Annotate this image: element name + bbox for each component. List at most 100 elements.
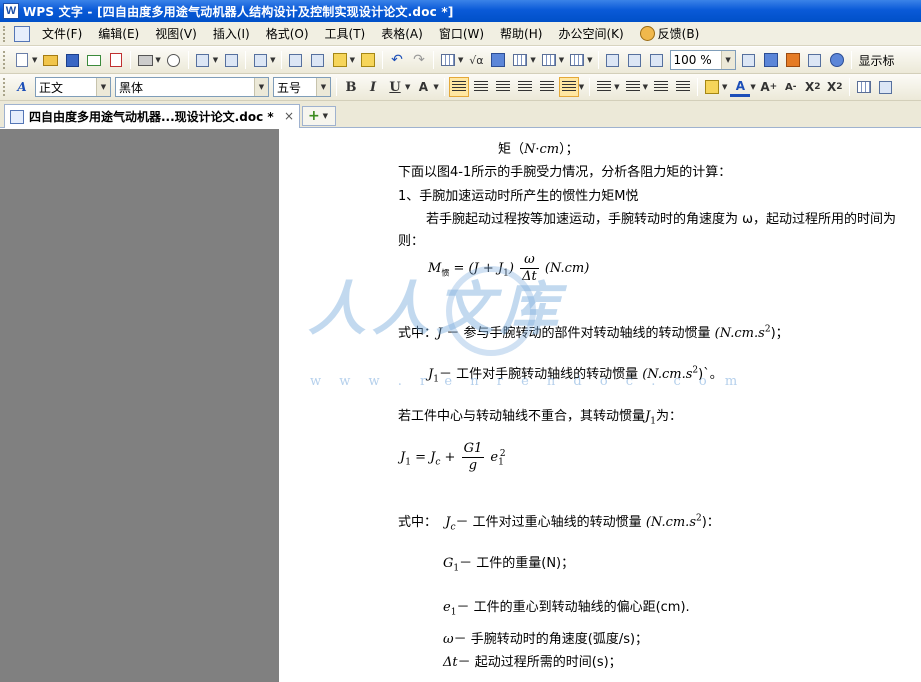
menu-window[interactable]: 窗口(W) [431, 25, 492, 42]
insert-table-button[interactable] [438, 50, 458, 70]
font-effects-button[interactable]: A [413, 77, 433, 97]
page-setup-button[interactable] [221, 50, 241, 70]
chevron-down-icon[interactable]: ▼ [722, 83, 727, 91]
drawing-button[interactable] [625, 50, 645, 70]
chevron-down-icon[interactable]: ▼ [213, 56, 218, 64]
close-tab-icon[interactable]: × [284, 109, 294, 123]
new-document-button[interactable] [12, 50, 32, 70]
cut-button[interactable] [308, 50, 328, 70]
italic-button[interactable]: I [363, 77, 383, 97]
toolbar-grip[interactable] [3, 78, 8, 96]
undo-button[interactable]: ↶ [387, 50, 407, 70]
trad-simp-button[interactable] [250, 50, 270, 70]
show-marks-button[interactable] [647, 50, 667, 70]
open-button[interactable] [40, 50, 60, 70]
zoom-combo[interactable]: 100 % ▼ [669, 50, 736, 70]
style-combo[interactable]: 正文 ▼ [35, 77, 111, 97]
menu-tools[interactable]: 工具(T) [317, 25, 374, 42]
toolbar-grip[interactable] [3, 51, 8, 69]
insert-button[interactable] [193, 50, 213, 70]
chevron-down-icon[interactable]: ▼ [155, 56, 160, 64]
chevron-down-icon[interactable]: ▼ [579, 83, 584, 91]
styles-button[interactable]: A [12, 77, 32, 97]
bullets-button[interactable] [623, 77, 643, 97]
highlight-button[interactable] [702, 77, 722, 97]
align-left-button[interactable] [448, 77, 469, 97]
shrink-font-button[interactable]: A- [781, 77, 801, 97]
menu-table[interactable]: 表格(A) [373, 25, 431, 42]
chevron-down-icon[interactable]: ▼ [254, 78, 268, 96]
send-mail-button[interactable] [84, 50, 104, 70]
shirt-button[interactable] [805, 50, 825, 70]
draw-table-button[interactable] [567, 50, 587, 70]
show-marks-label[interactable]: 显示标 [859, 52, 895, 69]
distribute-button[interactable] [537, 77, 557, 97]
menu-insert[interactable]: 插入(I) [205, 25, 258, 42]
menu-office-space[interactable]: 办公空间(K) [550, 25, 631, 42]
borders-button[interactable] [854, 77, 874, 97]
align-center-button[interactable] [471, 77, 491, 97]
chevron-down-icon[interactable]: ▼ [750, 83, 755, 91]
menu-grip[interactable] [3, 25, 9, 42]
wps-app-icon[interactable]: W [3, 3, 19, 19]
find-button[interactable] [739, 50, 759, 70]
grow-font-button[interactable]: A + [759, 77, 779, 97]
underline-button[interactable]: U [385, 77, 405, 97]
chevron-down-icon[interactable]: ▼ [32, 56, 37, 64]
menu-file[interactable]: 文件(F) [34, 25, 90, 42]
print-button[interactable] [135, 50, 155, 70]
doc-map-button[interactable] [603, 50, 623, 70]
table-props-button[interactable] [510, 50, 530, 70]
chevron-down-icon[interactable]: ▼ [720, 51, 735, 69]
help-panel-button[interactable] [761, 50, 781, 70]
help-button[interactable] [827, 50, 847, 70]
save-button[interactable] [62, 50, 82, 70]
copy-button[interactable] [286, 50, 306, 70]
chevron-down-icon[interactable]: ▼ [530, 56, 535, 64]
font-color-button[interactable]: A [730, 77, 751, 97]
redo-button[interactable]: ↷ [409, 50, 429, 70]
menu-feedback[interactable]: 反馈(B) [632, 25, 708, 42]
menu-format[interactable]: 格式(O) [258, 25, 317, 42]
chevron-down-icon[interactable]: ▼ [96, 78, 110, 96]
chevron-down-icon[interactable]: ▼ [323, 112, 328, 120]
formula-button[interactable]: √α [466, 50, 486, 70]
hyperlink-button[interactable] [488, 50, 508, 70]
export-pdf-button[interactable] [106, 50, 126, 70]
justify-button[interactable] [515, 77, 535, 97]
bold-button[interactable]: B [341, 77, 361, 97]
numbering-button[interactable] [594, 77, 614, 97]
font-value: 黑体 [119, 80, 144, 95]
decrease-indent-button[interactable] [651, 77, 671, 97]
template-button[interactable] [783, 50, 803, 70]
format-painter-button[interactable] [358, 50, 378, 70]
columns-button[interactable] [539, 50, 559, 70]
chevron-down-icon[interactable]: ▼ [405, 83, 410, 91]
chevron-down-icon[interactable]: ▼ [614, 83, 619, 91]
superscript-button[interactable]: X2 [803, 77, 823, 97]
font-combo[interactable]: 黑体 ▼ [115, 77, 269, 97]
document-menu-icon[interactable] [14, 25, 30, 42]
print-preview-button[interactable] [164, 50, 184, 70]
chevron-down-icon[interactable]: ▼ [270, 56, 275, 64]
chevron-down-icon[interactable]: ▼ [350, 56, 355, 64]
menu-view[interactable]: 视图(V) [147, 25, 205, 42]
new-tab-button[interactable]: + ▼ [302, 106, 336, 126]
font-size-combo[interactable]: 五号 ▼ [273, 77, 331, 97]
align-right-button[interactable] [493, 77, 513, 97]
document-page[interactable]: 矩（N·cm）； 下面以图4-1所示的手腕受力情况，分析各阻力矩的计算： 1、手… [279, 129, 921, 682]
subscript-button[interactable]: X2 [825, 77, 845, 97]
paste-button[interactable] [330, 50, 350, 70]
chevron-down-icon[interactable]: ▼ [316, 78, 330, 96]
chevron-down-icon[interactable]: ▼ [458, 56, 463, 64]
chevron-down-icon[interactable]: ▼ [433, 83, 438, 91]
document-tab[interactable]: 四自由度多用途气动机器...现设计论文.doc * × [4, 104, 300, 128]
chevron-down-icon[interactable]: ▼ [587, 56, 592, 64]
chevron-down-icon[interactable]: ▼ [559, 56, 564, 64]
line-spacing-button[interactable] [558, 77, 579, 97]
increase-indent-button[interactable] [673, 77, 693, 97]
menu-edit[interactable]: 编辑(E) [90, 25, 147, 42]
chevron-down-icon[interactable]: ▼ [643, 83, 648, 91]
char-border-button[interactable] [876, 77, 896, 97]
menu-help[interactable]: 帮助(H) [492, 25, 550, 42]
